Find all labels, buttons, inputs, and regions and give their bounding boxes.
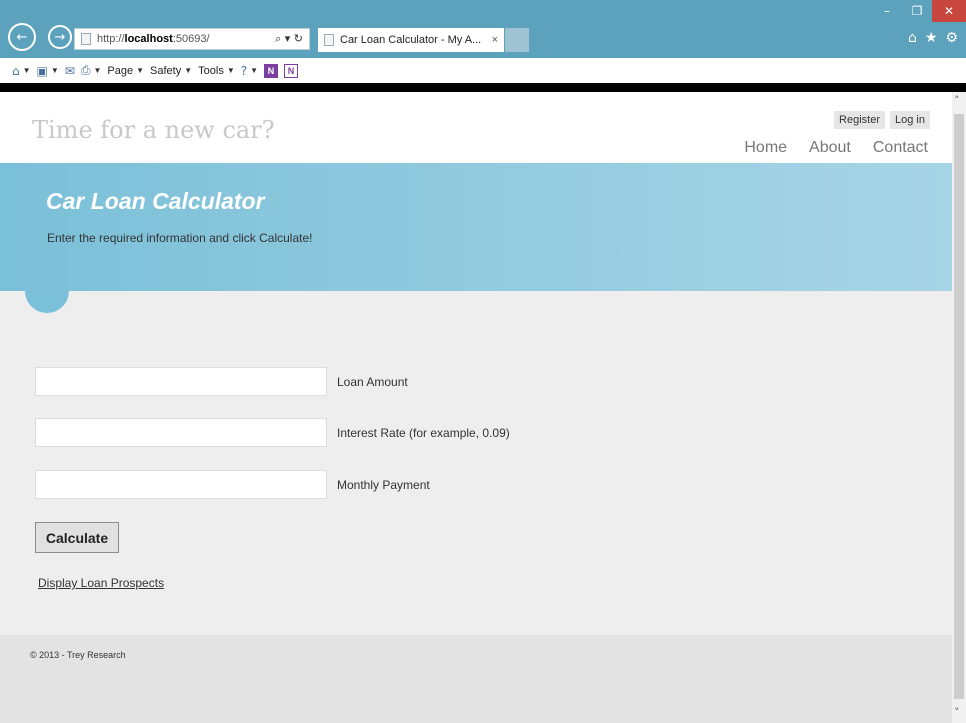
close-window-button[interactable]: ✕ (932, 0, 966, 22)
loan-amount-input[interactable] (35, 367, 327, 396)
footer-copyright: © 2013 - Trey Research (30, 650, 126, 660)
scroll-thumb[interactable] (954, 114, 964, 699)
site-header: Time for a new car? Register Log in Home… (0, 92, 952, 163)
favorites-star-icon[interactable]: ★ (925, 30, 938, 46)
safety-menu[interactable]: Safety ▼ (150, 65, 192, 77)
hero-banner: Car Loan Calculator Enter the required i… (0, 163, 952, 291)
tab-title: Car Loan Calculator - My A... (340, 34, 482, 46)
page-top-bar (0, 83, 966, 92)
home-command[interactable]: ⌂ ▼ (12, 64, 31, 78)
printer-icon: ⎙ (80, 63, 91, 77)
command-bar: ⌂ ▼ ▣ ▼ ✉ ⎙ ▼ Page ▼ Safety ▼ Tools ▼ ? ▼ N N (0, 58, 966, 83)
calculate-button[interactable]: Calculate (35, 522, 119, 553)
site-title[interactable]: Time for a new car? (32, 116, 275, 144)
interest-rate-input[interactable] (35, 418, 327, 447)
tab-page-icon (324, 34, 334, 46)
address-search-refresh-icons[interactable]: ⌕ ▾ ↻ (275, 32, 309, 46)
scroll-up-arrow-icon[interactable]: ˄ (954, 94, 960, 107)
display-loan-prospects-link[interactable]: Display Loan Prospects (38, 576, 164, 590)
log-in-link[interactable]: Log in (890, 111, 930, 129)
page-scrollbar[interactable]: ˄ ˅ (952, 92, 966, 723)
minimize-button[interactable]: – (872, 0, 902, 22)
login-links: Register Log in (834, 111, 930, 129)
mail-icon: ✉ (64, 63, 75, 78)
loan-amount-row: Loan Amount (35, 367, 535, 396)
help-menu[interactable]: ? ▼ (241, 64, 258, 78)
register-link[interactable]: Register (834, 111, 886, 129)
address-bar[interactable]: http://localhost:50693/ ⌕ ▾ ↻ (74, 28, 310, 50)
settings-gear-icon[interactable]: ⚙ (945, 30, 958, 46)
nav-about[interactable]: About (809, 139, 851, 157)
main-nav: Home About Contact (744, 139, 928, 157)
home-icon: ⌂ (12, 63, 20, 78)
interest-rate-row: Interest Rate (for example, 0.09) (35, 418, 535, 447)
print-command[interactable]: ⎙ ▼ (81, 63, 102, 78)
restore-button[interactable]: ❐ (902, 0, 932, 22)
web-page: Time for a new car? Register Log in Home… (0, 92, 952, 723)
monthly-payment-row: Monthly Payment (35, 470, 535, 499)
rss-feed-icon: ▣ (36, 63, 48, 78)
help-icon: ? (240, 63, 248, 78)
nav-home[interactable]: Home (744, 139, 787, 157)
site-footer: © 2013 - Trey Research (0, 635, 952, 723)
address-url[interactable]: http://localhost:50693/ (97, 33, 275, 45)
window-controls: – ❐ ✕ (872, 0, 966, 22)
back-button[interactable]: ← (8, 23, 36, 51)
scroll-down-arrow-icon[interactable]: ˅ (954, 706, 960, 719)
interest-rate-label: Interest Rate (for example, 0.09) (337, 425, 510, 440)
nav-contact[interactable]: Contact (873, 139, 928, 157)
browser-right-icons: ⌂ ★ ⚙ (908, 30, 958, 46)
new-tab-button[interactable] (505, 28, 529, 52)
home-icon[interactable]: ⌂ (908, 30, 917, 46)
loan-amount-label: Loan Amount (337, 374, 408, 389)
forward-button[interactable]: → (48, 25, 72, 49)
tab-car-loan-calculator[interactable]: Car Loan Calculator - My A... × (318, 28, 504, 52)
page-icon (81, 33, 91, 45)
onenote-icon[interactable]: N (264, 63, 279, 78)
send-to-onenote-icon[interactable]: N (284, 63, 299, 78)
monthly-payment-input[interactable] (35, 470, 327, 499)
tab-close-icon[interactable]: × (486, 34, 504, 46)
browser-titlebar: – ❐ ✕ ← → http://localhost:50693/ ⌕ ▾ ↻ … (0, 0, 966, 58)
forward-arrow-icon: → (54, 29, 66, 45)
back-arrow-icon: ← (16, 29, 28, 45)
page-menu[interactable]: Page ▼ (107, 65, 144, 77)
page-title: Car Loan Calculator (46, 188, 265, 214)
monthly-payment-label: Monthly Payment (337, 477, 430, 492)
tools-menu[interactable]: Tools ▼ (198, 65, 235, 77)
page-subtitle: Enter the required information and click… (47, 231, 313, 245)
mail-command[interactable]: ✉ (65, 64, 75, 78)
feeds-command[interactable]: ▣ ▼ (37, 64, 59, 78)
